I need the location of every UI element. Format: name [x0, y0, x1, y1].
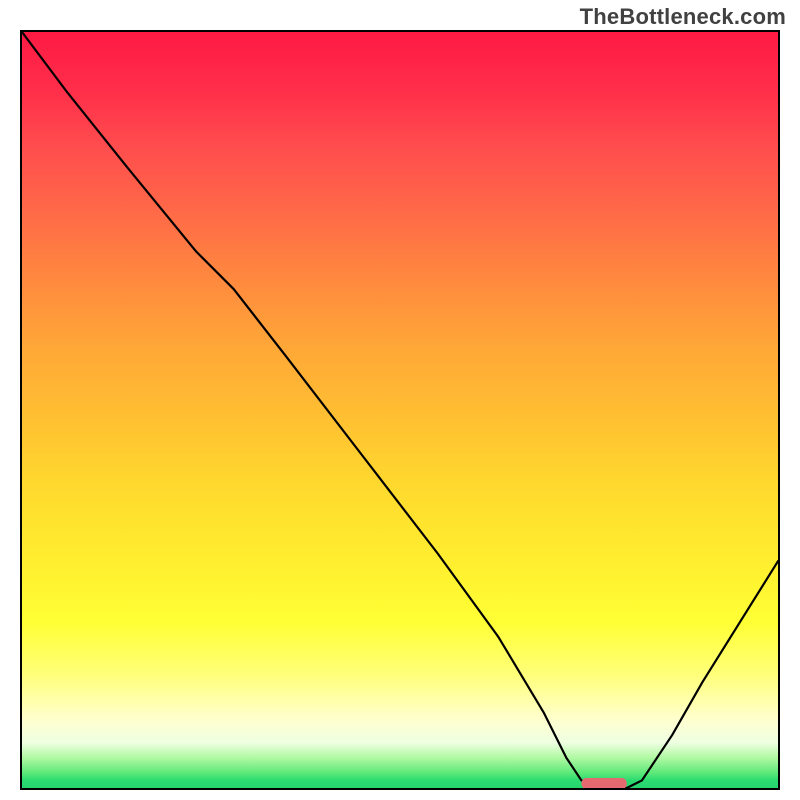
optimal-marker	[581, 778, 626, 788]
bottleneck-curve-path	[22, 32, 778, 788]
curve-svg	[22, 32, 778, 788]
watermark-text: TheBottleneck.com	[580, 4, 786, 30]
plot-area	[20, 30, 780, 790]
chart-container: TheBottleneck.com	[0, 0, 800, 800]
